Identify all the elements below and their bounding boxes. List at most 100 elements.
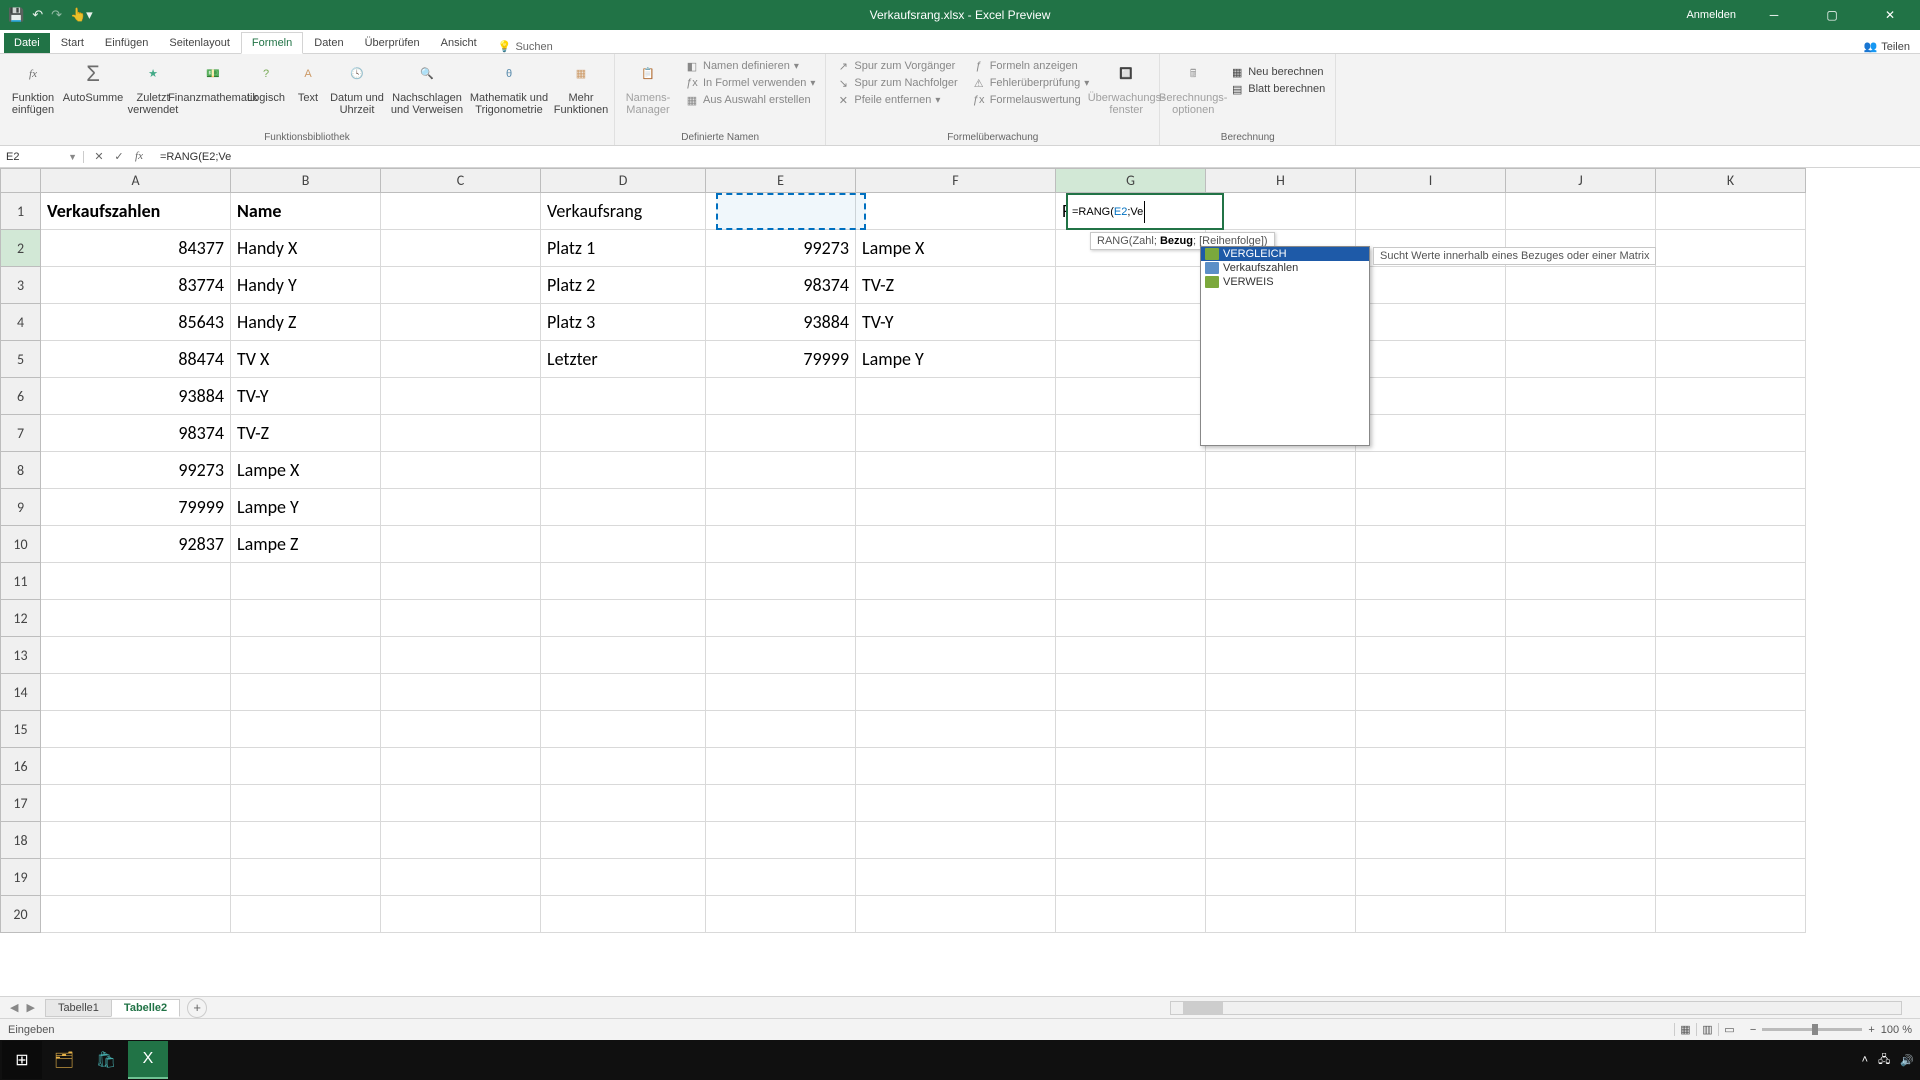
cell-F9[interactable] [856,489,1056,526]
cell-H19[interactable] [1206,859,1356,896]
cell-A20[interactable] [41,896,231,933]
cell-J18[interactable] [1506,822,1656,859]
row-header[interactable]: 19 [1,859,41,896]
cell-A4[interactable]: 85643 [41,304,231,341]
cell-B9[interactable]: Lampe Y [231,489,381,526]
cell-E8[interactable] [706,452,856,489]
cell-J14[interactable] [1506,674,1656,711]
cell-H17[interactable] [1206,785,1356,822]
cell-I19[interactable] [1356,859,1506,896]
cell-B20[interactable] [231,896,381,933]
cell-D1[interactable]: Verkaufsrang [541,193,706,230]
cell-I10[interactable] [1356,526,1506,563]
cell-E11[interactable] [706,563,856,600]
tell-me-search[interactable]: 💡Suchen [498,40,553,53]
cell-E9[interactable] [706,489,856,526]
normal-view-icon[interactable]: ▦ [1674,1023,1696,1036]
cell-F10[interactable] [856,526,1056,563]
cell-D20[interactable] [541,896,706,933]
cell-J1[interactable] [1506,193,1656,230]
start-button[interactable]: ⊞ [2,1041,42,1079]
cell-D3[interactable]: Platz 2 [541,267,706,304]
cell-H15[interactable] [1206,711,1356,748]
column-header[interactable]: D [541,169,706,193]
cell-A12[interactable] [41,600,231,637]
cell-H13[interactable] [1206,637,1356,674]
autocomplete-item[interactable]: Verkaufszahlen [1201,261,1369,275]
cell-C1[interactable] [381,193,541,230]
cell-A13[interactable] [41,637,231,674]
column-header[interactable]: G [1056,169,1206,193]
cell-F4[interactable]: TV-Y [856,304,1056,341]
lookup-button[interactable]: 🔍Nachschlagen und Verweisen [388,56,466,118]
autocomplete-item[interactable]: VERGLEICH [1201,247,1369,261]
chevron-down-icon[interactable]: ▼ [68,152,77,162]
spreadsheet-grid[interactable]: ABCDEFGHIJK1VerkaufszahlenNameVerkaufsra… [0,168,1920,996]
tray-expand-icon[interactable]: ˄ [1862,1054,1868,1066]
cell-G5[interactable] [1056,341,1206,378]
tray-network-icon[interactable]: 🖧 [1878,1051,1890,1070]
cell-K11[interactable] [1656,563,1806,600]
column-header[interactable]: F [856,169,1056,193]
cell-I7[interactable] [1356,415,1506,452]
cell-F13[interactable] [856,637,1056,674]
cell-F14[interactable] [856,674,1056,711]
cell-B16[interactable] [231,748,381,785]
cell-E17[interactable] [706,785,856,822]
cell-J5[interactable] [1506,341,1656,378]
cell-A8[interactable]: 99273 [41,452,231,489]
column-header[interactable]: C [381,169,541,193]
column-header[interactable]: A [41,169,231,193]
cell-G8[interactable] [1056,452,1206,489]
cell-H14[interactable] [1206,674,1356,711]
cell-J19[interactable] [1506,859,1656,896]
cell-K10[interactable] [1656,526,1806,563]
cell-J12[interactable] [1506,600,1656,637]
close-icon[interactable]: ✕ [1870,0,1910,30]
cell-D12[interactable] [541,600,706,637]
cell-E19[interactable] [706,859,856,896]
cell-A5[interactable]: 88474 [41,341,231,378]
autocomplete-item[interactable]: VERWEIS [1201,275,1369,289]
cell-G12[interactable] [1056,600,1206,637]
fx-icon[interactable]: fx [130,150,148,163]
cell-F8[interactable] [856,452,1056,489]
cell-K8[interactable] [1656,452,1806,489]
cell-I20[interactable] [1356,896,1506,933]
touch-icon[interactable]: 👆▾ [70,7,93,23]
row-header[interactable]: 18 [1,822,41,859]
logical-button[interactable]: ?Logisch [244,56,288,118]
cell-A19[interactable] [41,859,231,896]
cell-C15[interactable] [381,711,541,748]
cell-K16[interactable] [1656,748,1806,785]
cell-E14[interactable] [706,674,856,711]
cell-D18[interactable] [541,822,706,859]
cell-B12[interactable] [231,600,381,637]
cell-C3[interactable] [381,267,541,304]
cell-C13[interactable] [381,637,541,674]
cell-J9[interactable] [1506,489,1656,526]
cell-H16[interactable] [1206,748,1356,785]
row-header[interactable]: 3 [1,267,41,304]
cell-F7[interactable] [856,415,1056,452]
cell-C19[interactable] [381,859,541,896]
recent-button[interactable]: ★Zuletzt verwendet [124,56,182,118]
cell-D4[interactable]: Platz 3 [541,304,706,341]
cell-E18[interactable] [706,822,856,859]
cell-G14[interactable] [1056,674,1206,711]
cell-I3[interactable] [1356,267,1506,304]
cell-B13[interactable] [231,637,381,674]
cell-D16[interactable] [541,748,706,785]
cell-B1[interactable]: Name [231,193,381,230]
active-cell-editor[interactable]: =RANG(E2;Ve [1066,193,1224,230]
cell-I6[interactable] [1356,378,1506,415]
cell-C7[interactable] [381,415,541,452]
cell-H10[interactable] [1206,526,1356,563]
formula-autocomplete[interactable]: VERGLEICH Verkaufszahlen VERWEIS Sucht W… [1200,246,1370,446]
cell-F19[interactable] [856,859,1056,896]
row-header[interactable]: 1 [1,193,41,230]
row-header[interactable]: 11 [1,563,41,600]
cell-I8[interactable] [1356,452,1506,489]
financial-button[interactable]: 💵Finanzmathematik [184,56,242,118]
cell-K18[interactable] [1656,822,1806,859]
